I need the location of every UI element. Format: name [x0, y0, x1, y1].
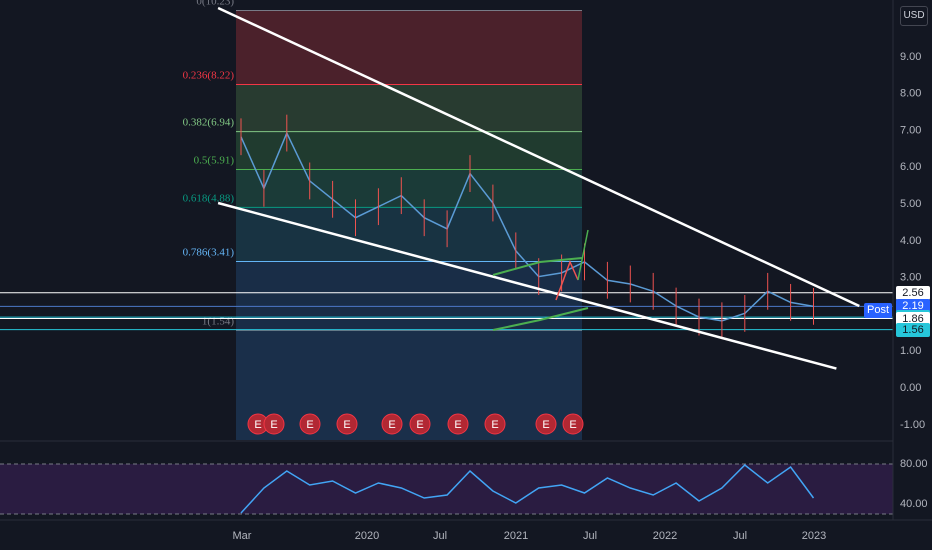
time-axis-label: Jul — [433, 530, 447, 542]
earnings-label: E — [270, 419, 277, 431]
fib-band — [236, 131, 582, 170]
price-axis-label: 7.00 — [900, 124, 921, 136]
price-axis-label: 5.00 — [900, 198, 921, 210]
fib-band — [236, 169, 582, 208]
fib-bands — [236, 10, 582, 440]
earnings-label: E — [454, 419, 461, 431]
fib-label: 0.236(8.22) — [183, 70, 235, 82]
fib-label: 0.382(6.94) — [183, 117, 235, 129]
currency-label[interactable]: USD — [900, 6, 928, 26]
earnings-label: E — [254, 419, 261, 431]
rsi-axis-label: 40.00 — [900, 498, 928, 510]
price-axis-label: 6.00 — [900, 161, 921, 173]
time-axis-label: 2021 — [504, 530, 528, 542]
time-axis-label: Mar — [233, 530, 252, 542]
fib-band — [236, 84, 582, 132]
earnings-label: E — [542, 419, 549, 431]
earnings-label: E — [343, 419, 350, 431]
earnings-label: E — [306, 419, 313, 431]
earnings-label: E — [569, 419, 576, 431]
rsi-axis-label: 80.00 — [900, 458, 928, 470]
time-axis-label: 2020 — [355, 530, 379, 542]
post-market-badge: Post — [864, 303, 892, 318]
price-axis-label: 8.00 — [900, 88, 921, 100]
price-tag: 1.56 — [896, 322, 930, 337]
time-axis-label: Jul — [583, 530, 597, 542]
earnings-label: E — [388, 419, 395, 431]
fib-label: 0(10.23) — [196, 0, 234, 8]
time-axis-label: 2023 — [802, 530, 826, 542]
time-axis-label: Jul — [733, 530, 747, 542]
price-tag: 2.56 — [896, 285, 930, 300]
fib-label: 0.5(5.91) — [194, 155, 235, 167]
price-axis-label: -1.00 — [900, 419, 925, 431]
chart-canvas[interactable]: 0(10.23) 0.236(8.22) 0.382(6.94) 0.5(5.91) 0… — [0, 0, 932, 550]
price-axis-label: 3.00 — [900, 272, 921, 284]
rsi-band — [0, 464, 893, 514]
fib-band — [236, 261, 582, 331]
fib-label: 0.618(4.88) — [183, 192, 235, 204]
price-axis-label: 1.00 — [900, 345, 921, 357]
earnings-label: E — [491, 419, 498, 431]
price-axis-label: 9.00 — [900, 51, 921, 63]
rsi-pane — [0, 440, 893, 515]
time-axis-label: 2022 — [653, 530, 677, 542]
earnings-label: E — [416, 419, 423, 431]
fib-band — [236, 10, 582, 85]
fib-band — [236, 330, 582, 440]
price-axis-label: 0.00 — [900, 382, 921, 394]
fib-label: 0.786(3.41) — [183, 247, 235, 259]
price-axis-label: 4.00 — [900, 235, 921, 247]
